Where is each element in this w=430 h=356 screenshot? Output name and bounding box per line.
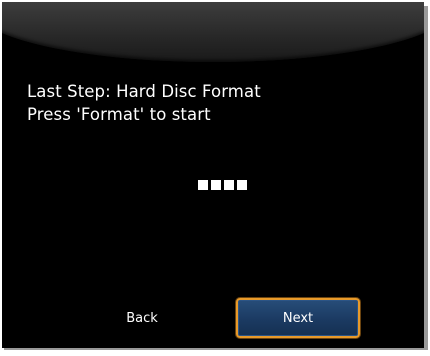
- header-banner-rim: [2, 2, 424, 62]
- progress-dot-4: [237, 180, 247, 190]
- step-title: Last Step: Hard Disc Format: [27, 82, 261, 101]
- step-instruction: Press 'Format' to start: [27, 105, 211, 124]
- back-button-label: Back: [126, 310, 158, 326]
- progress-indicator: [198, 180, 247, 190]
- progress-dot-3: [224, 180, 234, 190]
- setup-screen: Last Step: Hard Disc Format Press 'Forma…: [2, 2, 424, 348]
- next-button[interactable]: Next: [236, 298, 360, 338]
- instruction-text: Last Step: Hard Disc Format Press 'Forma…: [27, 80, 261, 126]
- progress-dot-1: [198, 180, 208, 190]
- back-button[interactable]: Back: [80, 298, 204, 338]
- next-button-label: Next: [282, 310, 314, 326]
- progress-dot-2: [211, 180, 221, 190]
